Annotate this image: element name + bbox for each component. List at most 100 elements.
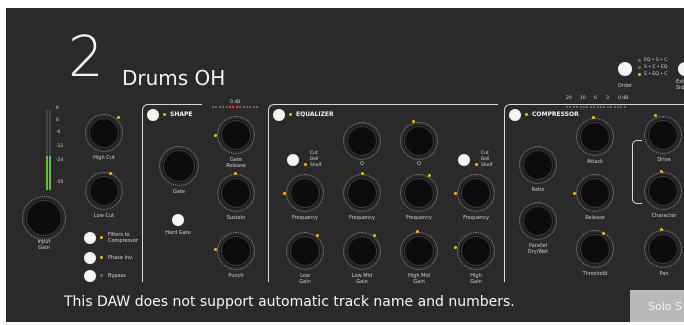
eq-gain-label-1: Low Gain <box>299 273 311 285</box>
order-label: Order <box>617 83 633 89</box>
gain-reduction-scale: 20 10 6 3 0 dB <box>566 96 636 112</box>
solo-safe-button[interactable]: Solo S <box>630 290 684 322</box>
gr-meter-dot <box>613 106 616 108</box>
low-type-bell[interactable]: Bell <box>310 157 318 162</box>
release-knob[interactable] <box>576 174 614 212</box>
eq-frequency-knob-4-indicator <box>454 192 457 195</box>
character-knob[interactable] <box>644 172 682 210</box>
eq-gain-knob-4[interactable] <box>457 232 495 270</box>
bypass-toggle[interactable] <box>84 270 96 282</box>
low-type-selected-led <box>304 163 307 166</box>
gate-knob[interactable] <box>159 146 199 186</box>
high-cut-knob[interactable] <box>85 114 123 152</box>
eq-frequency-knob-4[interactable] <box>457 174 495 212</box>
channel-strip-plugin: 2 Drums OH 6 0 -6 -12 -24 -50 Input Gain High… <box>6 8 684 322</box>
meter-scale-label: -12 <box>56 144 64 149</box>
threshold-knob[interactable] <box>576 230 614 268</box>
filters-to-compressor-toggle[interactable] <box>84 232 96 244</box>
low-mid-q-knob[interactable] <box>343 122 381 160</box>
order-option-2[interactable]: S • C • EQ <box>644 65 667 70</box>
order-dot-2 <box>638 66 641 69</box>
order-button[interactable] <box>618 62 632 76</box>
order-option-3[interactable]: S • EQ • C <box>644 72 667 77</box>
gate-release-indicator <box>214 134 217 137</box>
external-sidechain-label: Exte Side <box>676 79 684 91</box>
parallel-knob[interactable] <box>519 202 557 240</box>
compressor-title: COMPRESSOR <box>532 111 579 118</box>
ratio-knob[interactable] <box>519 146 557 184</box>
gr-meter-dot <box>593 106 596 108</box>
eq-gain-label-4: High Gain <box>470 273 482 285</box>
eq-frequency-knob-2[interactable] <box>343 174 381 212</box>
gate-release-knob[interactable] <box>217 116 255 154</box>
drive-knob[interactable] <box>644 116 682 154</box>
drive-indicator <box>654 114 657 117</box>
eq-gain-knob-2[interactable] <box>343 232 381 270</box>
low-cut-indicator <box>109 172 112 175</box>
input-gain-knob[interactable] <box>22 196 66 240</box>
equalizer-title: EQUALIZER <box>296 111 334 118</box>
filters-to-compressor-label: Filters to Compressor <box>108 232 138 244</box>
shape-enable-toggle[interactable] <box>147 109 159 121</box>
release-label: Release <box>585 215 605 221</box>
eq-frequency-knob-3-indicator <box>428 174 431 177</box>
gr-meter-dot <box>603 106 606 108</box>
low-type-shelf[interactable]: Shelf <box>310 163 321 168</box>
input-gain-label: Input Gain <box>37 239 51 251</box>
bypass-led <box>100 274 103 277</box>
attack-label: Attack <box>587 159 603 165</box>
low-type-cut[interactable]: Cut <box>310 151 318 156</box>
parallel-label: Parallel Dry/Wet <box>527 243 549 255</box>
eq-frequency-knob-3[interactable] <box>400 174 438 212</box>
shape-meter-dot <box>242 106 245 108</box>
pan-knob[interactable] <box>644 230 682 268</box>
drive-label: Drive <box>657 157 671 163</box>
hard-gate-toggle[interactable] <box>172 214 184 226</box>
order-selected-led <box>638 73 641 76</box>
gr-meter-dot <box>566 106 568 108</box>
sustain-knob[interactable] <box>217 174 255 212</box>
high-type-shelf[interactable]: Shelf <box>481 163 492 168</box>
low-mid-q-label: Q <box>360 161 364 167</box>
high-type-selected-led <box>475 163 478 166</box>
daw-support-message: This DAW does not support automatic trac… <box>64 294 515 310</box>
phase-invert-toggle[interactable] <box>84 252 96 264</box>
gr-meter-dot <box>569 106 572 108</box>
attack-knob[interactable] <box>576 118 614 156</box>
eq-gain-knob-3-indicator <box>416 230 419 233</box>
pan-label: Pan <box>659 271 669 277</box>
low-cut-knob[interactable] <box>85 172 123 210</box>
meter-scale-label: 6 <box>56 106 59 111</box>
phase-invert-led <box>100 256 103 259</box>
shape-meter-dots <box>212 106 260 110</box>
phase-invert-label: Phase Inv. <box>108 255 134 261</box>
low-band-type-button[interactable] <box>287 154 299 166</box>
high-cut-indicator <box>117 116 120 119</box>
external-sidechain-button[interactable] <box>678 62 684 76</box>
eq-gain-knob-3[interactable] <box>400 232 438 270</box>
high-mid-q-knob[interactable] <box>400 122 438 160</box>
eq-frequency-label-4: Frequency <box>463 215 489 221</box>
eq-frequency-knob-2-indicator <box>361 172 364 175</box>
gate-label: Gate <box>173 189 185 195</box>
punch-knob[interactable] <box>217 232 255 270</box>
high-band-type-button[interactable] <box>458 154 470 166</box>
pan-indicator <box>660 228 663 231</box>
shape-meter-dot <box>232 106 235 108</box>
eq-gain-knob-1[interactable] <box>286 232 324 270</box>
high-type-bell[interactable]: Bell <box>481 157 489 162</box>
track-number: 2 <box>68 25 104 90</box>
gr-meter-dot <box>583 106 585 108</box>
punch-label: Punch <box>228 273 244 279</box>
high-type-cut[interactable]: Cut <box>481 151 489 156</box>
high-mid-q-indicator <box>412 120 415 123</box>
equalizer-enable-toggle[interactable] <box>273 109 285 121</box>
filters-to-compressor-led <box>100 236 103 239</box>
shape-title: SHAPE <box>170 111 193 118</box>
gr-meter-dot <box>596 106 599 108</box>
eq-frequency-knob-1[interactable] <box>286 174 324 212</box>
sustain-indicator <box>234 172 237 175</box>
order-option-1[interactable]: EQ • S • C <box>644 58 667 63</box>
eq-frequency-knob-1-indicator <box>283 192 286 195</box>
compressor-enable-toggle[interactable] <box>509 109 521 121</box>
